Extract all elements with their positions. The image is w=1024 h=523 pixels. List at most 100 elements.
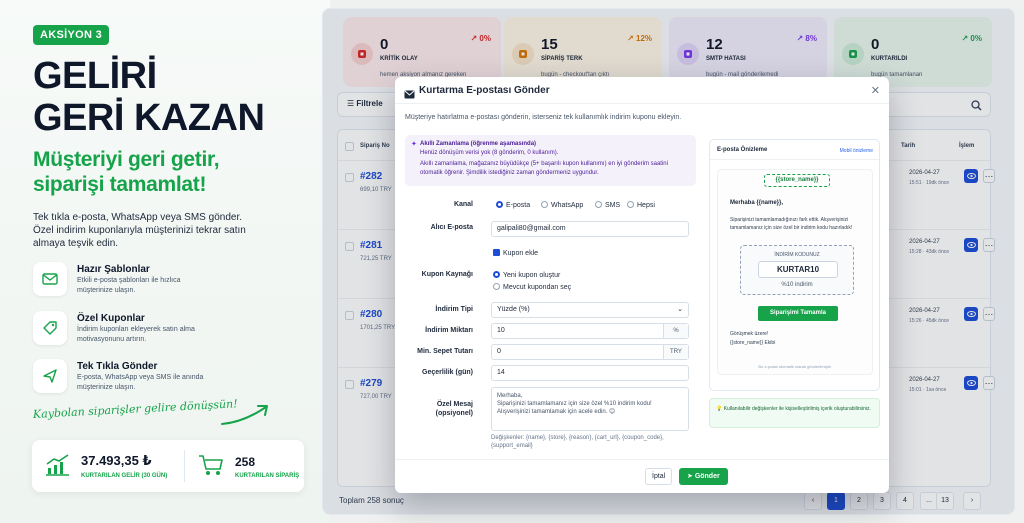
- feature-desc: Etkili e-posta şablonları ile hızlıca mü…: [77, 277, 181, 294]
- coupon-label: İNDİRİM KODUNUZ: [774, 252, 820, 258]
- preview-store-name: {{store_name}}: [764, 174, 830, 187]
- add-coupon-checkbox[interactable]: Kupon ekle: [493, 249, 538, 257]
- feature-one-click: Tek Tıkla Gönder E-posta, WhatsApp veya …: [33, 359, 303, 403]
- send-button[interactable]: ➤ Gönder: [679, 468, 728, 485]
- radio-label: Yeni kupon oluştur: [503, 272, 561, 279]
- preview-header: E-posta Önizleme Mobil önizleme: [710, 140, 879, 160]
- validity-label: Geçerlilik (gün): [422, 369, 473, 376]
- stats-card: 37.493,35 ₺ KURTARILAN GELİR (30 GÜN) 25…: [32, 440, 304, 492]
- modal-description: Müşteriye hatırlatma e-postası gönderin,…: [405, 114, 682, 121]
- message-label: Özel Mesaj (opsiyonel): [435, 401, 473, 417]
- preview-body: Siparişinizi tamamlamadığınızı fark etti…: [730, 217, 853, 231]
- feature-title: Tek Tıkla Gönder: [77, 361, 158, 372]
- send-icon: [33, 359, 67, 393]
- coupon-discount: %10 indirim: [781, 282, 813, 288]
- lightbulb-icon: 💡: [716, 406, 723, 412]
- cart-icon: [199, 455, 223, 475]
- chevron-down-icon: ⌄: [677, 306, 683, 313]
- subheadline-line-2: siparişi tamamlat!: [33, 173, 207, 196]
- headline-line-2: GERİ KAZAN: [33, 97, 265, 139]
- channel-whatsapp-radio[interactable]: WhatsApp: [541, 201, 583, 209]
- preview-coupon-box: İNDİRİM KODUNUZ KURTAR10 %10 indirim: [740, 245, 854, 295]
- signature-line: {{store_name}} Ekibi: [730, 340, 776, 346]
- modal-header: Kurtarma E-postası Gönder ✕: [395, 77, 889, 104]
- promo-lead: Tek tıkla e-posta, WhatsApp veya SMS gön…: [33, 212, 246, 249]
- input-value: 0: [497, 348, 501, 355]
- recovered-orders-value: 258: [235, 455, 256, 469]
- preview-greeting: Merhaba {{name}},: [730, 200, 784, 206]
- close-icon[interactable]: ✕: [871, 84, 880, 97]
- preview-signature: Görüşmek üzere! {{store_name}} Ekibi: [730, 330, 775, 348]
- feature-title: Hazır Şablonlar: [77, 264, 150, 275]
- variables-hint: 💡 Kullanılabilir değişkenler ile kişisel…: [709, 398, 880, 428]
- cancel-button[interactable]: İptal: [645, 468, 673, 485]
- headline-line-1: GELİRİ: [33, 55, 157, 97]
- radio-indicator: [493, 271, 500, 278]
- channel-label: Kanal: [453, 201, 473, 208]
- coupon-icon: [33, 311, 67, 345]
- modal-footer: İptal ➤ Gönder: [395, 459, 889, 493]
- feature-desc: E-posta, WhatsApp veya SMS ile anında mü…: [77, 374, 204, 391]
- send-label: Gönder: [694, 473, 720, 480]
- curved-arrow-icon: [221, 405, 268, 425]
- discount-amount-label: İndirim Miktarı: [425, 327, 473, 334]
- validity-input[interactable]: 14: [491, 365, 689, 381]
- channel-sms-radio[interactable]: SMS: [595, 201, 620, 209]
- mail-icon: [33, 262, 67, 296]
- preview-title: E-posta Önizleme: [717, 147, 768, 153]
- recovery-email-modal: Kurtarma E-postası Gönder ✕ Müşteriye ha…: [395, 77, 889, 493]
- signature-line: Görüşmek üzere!: [730, 331, 769, 337]
- feature-title: Özel Kuponlar: [77, 313, 145, 324]
- input-value: 10: [497, 327, 505, 334]
- growth-chart-icon: [46, 454, 69, 476]
- smart-timing-status: Henüz dönüşüm verisi yok (8 gönderim, 0 …: [420, 150, 559, 156]
- radio-label: Hepsi: [637, 202, 655, 209]
- coupon-source-new-radio[interactable]: Yeni kupon oluştur: [493, 271, 560, 279]
- coupon-code: KURTAR10: [758, 261, 838, 278]
- recovered-revenue-value: 37.493,35 ₺: [81, 453, 152, 468]
- select-value: Yüzde (%): [497, 306, 530, 313]
- discount-type-select[interactable]: Yüzde (%) ⌄: [491, 302, 689, 318]
- checkbox-label: Kupon ekle: [503, 250, 539, 257]
- channel-email-radio[interactable]: E-posta: [496, 201, 530, 209]
- currency-suffix: TRY: [663, 345, 688, 359]
- modal-title: Kurtarma E-postası Gönder: [419, 85, 550, 96]
- min-cart-label: Min. Sepet Tutarı: [417, 348, 473, 355]
- radio-label: E-posta: [506, 202, 531, 209]
- recovered-orders-label: KURTARILAN SİPARİŞ: [235, 473, 300, 479]
- channel-all-radio[interactable]: Hepsi: [627, 201, 655, 209]
- discount-amount-input[interactable]: 10%: [491, 323, 689, 339]
- recipient-label: Alıcı E-posta: [430, 224, 473, 231]
- send-icon: ➤: [687, 473, 695, 480]
- feature-desc: İndirim kuponları ekleyerek satın alma m…: [77, 326, 195, 343]
- smart-timing-box: ✦ Akıllı Zamanlama (öğrenme aşamasında) …: [405, 135, 696, 186]
- radio-indicator: [496, 201, 503, 208]
- variables-help: Değişkenler: {name}, {store}, {reason}, …: [491, 435, 664, 449]
- magic-icon: ✦: [411, 141, 417, 148]
- radio-indicator: [595, 201, 602, 208]
- hint-text: Kullanılabilir değişkenler ile kişiselle…: [723, 406, 871, 412]
- radio-indicator: [541, 201, 548, 208]
- preview-footer: Bu e-posta otomatik olarak gönderilmişti…: [758, 364, 832, 369]
- stats-divider: [184, 450, 185, 482]
- mail-icon: [404, 86, 415, 104]
- recipient-email-input[interactable]: galipali80@gmail.com: [491, 221, 689, 237]
- email-preview-panel: E-posta Önizleme Mobil önizleme {{store_…: [709, 139, 880, 391]
- radio-label: SMS: [605, 202, 621, 209]
- radio-label: Mevcut kupondan seç: [503, 284, 572, 291]
- min-cart-input[interactable]: 0 TRY: [491, 344, 689, 360]
- coupon-source-existing-radio[interactable]: Mevcut kupondan seç: [493, 283, 571, 291]
- radio-indicator: [627, 201, 634, 208]
- radio-label: WhatsApp: [551, 202, 584, 209]
- feature-templates: Hazır Şablonlar Etkili e-posta şablonlar…: [33, 262, 303, 306]
- custom-message-textarea[interactable]: Merhaba, Siparişinizi tamamlamanız için …: [491, 387, 689, 431]
- email-preview: {{store_name}} Merhaba {{name}}, Sipariş…: [717, 169, 873, 375]
- coupon-source-label: Kupon Kaynağı: [421, 271, 473, 278]
- mobile-preview-link[interactable]: Mobil önizleme: [840, 148, 873, 154]
- feature-coupons: Özel Kuponlar İndirim kuponları ekleyere…: [33, 311, 303, 355]
- checkbox-indicator: [493, 249, 500, 256]
- smart-timing-text: Akıllı zamanlama, mağazanız büyüdükçe (5…: [420, 161, 668, 176]
- percent-suffix: %: [663, 324, 688, 338]
- discount-type-label: İndirim Tipi: [435, 306, 473, 313]
- recovered-revenue-label: KURTARILAN GELİR (30 GÜN): [81, 473, 168, 479]
